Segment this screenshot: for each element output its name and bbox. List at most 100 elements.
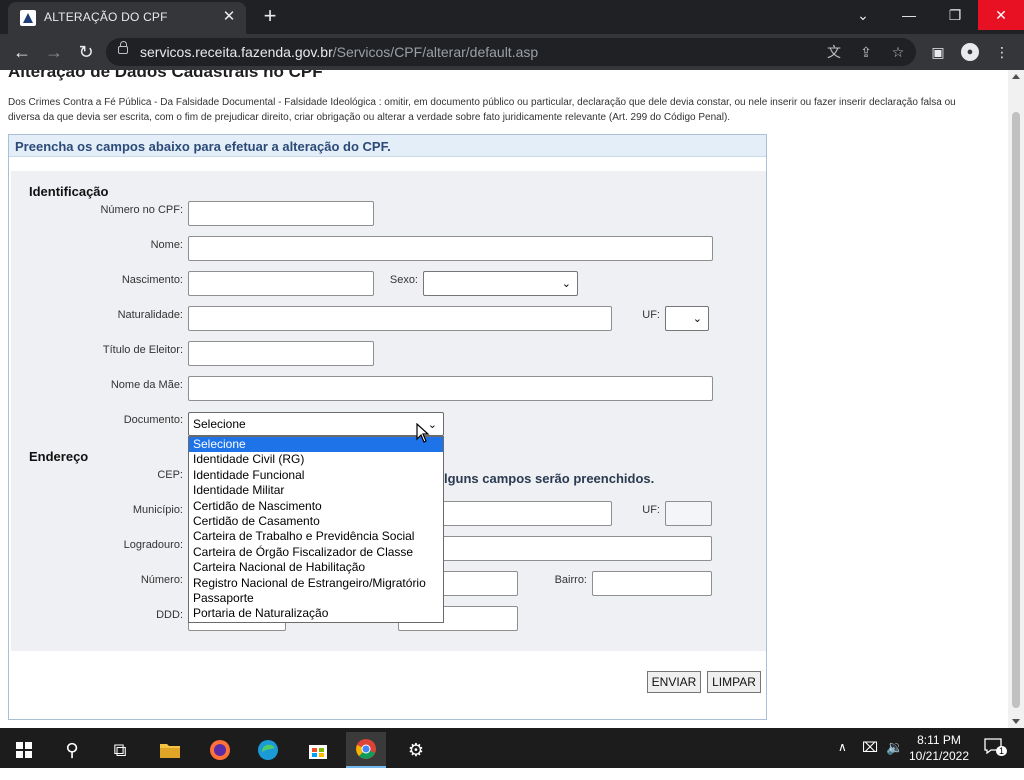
settings-gear-icon[interactable]: ⚙ xyxy=(396,732,436,768)
documento-selected-value: Selecione xyxy=(193,417,246,431)
endereco-section-title: Endereço xyxy=(29,449,89,464)
cep-label: CEP: xyxy=(157,469,183,481)
form-header-text: Preencha os campos abaixo para efetuar a… xyxy=(15,139,391,154)
bairro-input[interactable] xyxy=(592,571,712,596)
titulo-eleitor-label: Título de Eleitor: xyxy=(102,344,183,356)
forward-arrow-icon[interactable]: → xyxy=(42,40,66,64)
naturalidade-label: Naturalidade: xyxy=(117,309,183,321)
chevron-down-icon: ⌄ xyxy=(692,313,702,325)
edge-icon[interactable] xyxy=(248,732,288,768)
documento-option[interactable]: Identidade Civil (RG) xyxy=(189,452,443,467)
legal-warning-text: Dos Crimes Contra a Fé Pública - Da Fals… xyxy=(8,97,956,123)
bookmark-star-icon[interactable]: ☆ xyxy=(888,42,908,62)
documento-option[interactable]: Registro Nacional de Estrangeiro/Migrató… xyxy=(189,576,443,591)
browser-tab[interactable]: ALTERAÇÃO DO CPF ✕ xyxy=(8,2,246,34)
show-hidden-icons-icon[interactable]: ∧ xyxy=(838,740,847,780)
clock-time: 8:11 PM xyxy=(917,733,961,747)
naturalidade-uf-label: UF: xyxy=(642,309,660,321)
scroll-down-arrow-icon[interactable] xyxy=(1012,719,1020,724)
scroll-thumb[interactable] xyxy=(1012,112,1020,708)
municipio-label: Município: xyxy=(132,504,183,516)
store-icon[interactable] xyxy=(298,732,338,768)
url-host: servicos.receita.fazenda.gov.br xyxy=(140,44,333,60)
tab-search-icon[interactable]: ⌄ xyxy=(840,0,886,30)
browser-tab-bar: ALTERAÇÃO DO CPF ✕ + ⌄ — ❐ ✕ xyxy=(0,0,1024,34)
sexo-label: Sexo: xyxy=(389,274,418,286)
lock-icon[interactable] xyxy=(118,41,128,54)
side-panel-icon[interactable]: ▣ xyxy=(928,42,948,62)
close-window-button[interactable]: ✕ xyxy=(978,0,1024,30)
sexo-select[interactable]: ⌄ xyxy=(423,271,578,296)
documento-option[interactable]: Portaria de Naturalização xyxy=(189,606,443,621)
maximize-button[interactable]: ❐ xyxy=(932,0,978,30)
documento-option[interactable]: Carteira de Trabalho e Previdência Socia… xyxy=(189,529,443,544)
identificacao-section-title: Identificação xyxy=(29,184,109,199)
documento-option[interactable]: Identidade Funcional xyxy=(189,468,443,483)
share-icon[interactable]: ⇪ xyxy=(856,42,876,62)
chevron-down-icon: ⌄ xyxy=(561,278,571,290)
task-view-icon[interactable]: ⧉ xyxy=(100,732,140,768)
documento-option[interactable]: Carteira Nacional de Habilitação xyxy=(189,560,443,575)
nome-mae-label: Nome da Mãe: xyxy=(110,379,183,391)
address-bar[interactable]: servicos.receita.fazenda.gov.br/Servicos… xyxy=(106,38,916,66)
menu-dots-icon[interactable]: ⋮ xyxy=(992,42,1012,62)
volume-icon[interactable]: 🔉 xyxy=(886,739,903,779)
documento-option[interactable]: Identidade Militar xyxy=(189,483,443,498)
notification-count: 1 xyxy=(996,746,1008,756)
documento-option[interactable]: Certidão de Nascimento xyxy=(189,499,443,514)
cpf-input[interactable] xyxy=(188,201,374,226)
documento-option[interactable]: Carteira de Órgão Fiscalizador de Classe xyxy=(189,545,443,560)
firefox-icon[interactable] xyxy=(200,732,240,768)
logradouro-label: Logradouro: xyxy=(123,539,183,551)
cep-note: lguns campos serão preenchidos. xyxy=(444,471,655,486)
form-header: Preencha os campos abaixo para efetuar a… xyxy=(9,135,766,157)
endereco-uf-input[interactable] xyxy=(665,501,712,526)
documento-option[interactable]: Certidão de Casamento xyxy=(189,514,443,529)
naturalidade-uf-select[interactable]: ⌄ xyxy=(665,306,709,331)
notifications-icon[interactable]: 1 xyxy=(984,738,1008,758)
scroll-up-arrow-icon[interactable] xyxy=(1012,74,1020,79)
nascimento-input[interactable] xyxy=(188,271,374,296)
receita-favicon-icon xyxy=(20,10,36,26)
tab-title: ALTERAÇÃO DO CPF xyxy=(44,10,168,24)
browser-toolbar: ← → ↻ servicos.receita.fazenda.gov.br/Se… xyxy=(0,34,1024,70)
windows-start-icon[interactable] xyxy=(4,732,44,768)
minimize-button[interactable]: — xyxy=(886,0,932,30)
page-scrollbar[interactable] xyxy=(1008,70,1024,728)
reload-icon[interactable]: ↻ xyxy=(74,40,98,64)
chrome-icon[interactable] xyxy=(346,732,386,768)
bairro-label: Bairro: xyxy=(554,574,587,586)
limpar-button[interactable]: LIMPAR xyxy=(707,671,761,693)
nome-label: Nome: xyxy=(150,239,183,251)
documento-select[interactable]: Selecione ⌄ xyxy=(188,412,444,436)
numero-label: Número: xyxy=(140,574,183,586)
page-viewport: Alteração de Dados Cadastrais no CPF Dos… xyxy=(0,70,1008,728)
documento-options-list: Selecione Identidade Civil (RG) Identida… xyxy=(188,436,444,623)
documento-option[interactable]: Passaporte xyxy=(189,591,443,606)
enviar-button[interactable]: ENVIAR xyxy=(647,671,701,693)
back-arrow-icon[interactable]: ← xyxy=(10,40,34,64)
url-path: /Servicos/CPF/alterar/default.asp xyxy=(332,44,539,60)
endereco-uf-label: UF: xyxy=(642,504,660,516)
profile-avatar-icon[interactable]: ● xyxy=(961,43,979,61)
new-tab-button[interactable]: + xyxy=(258,5,282,29)
nascimento-label: Nascimento: xyxy=(121,274,183,286)
url-text: servicos.receita.fazenda.gov.br/Servicos… xyxy=(140,44,538,60)
nome-mae-input[interactable] xyxy=(188,376,713,401)
ddd-label: DDD: xyxy=(156,609,183,621)
documento-option[interactable]: Selecione xyxy=(189,437,443,453)
network-icon[interactable]: ⌧ xyxy=(862,739,878,779)
nome-input[interactable] xyxy=(188,236,713,261)
documento-label: Documento: xyxy=(123,414,183,426)
file-explorer-icon[interactable] xyxy=(150,732,190,768)
translate-icon[interactable]: 文 xyxy=(824,42,844,62)
clock-date: 10/21/2022 xyxy=(908,749,970,763)
tab-close-icon[interactable]: ✕ xyxy=(220,8,238,26)
naturalidade-input[interactable] xyxy=(188,306,612,331)
search-icon[interactable]: ⚲ xyxy=(52,732,92,768)
titulo-eleitor-input[interactable] xyxy=(188,341,374,366)
cpf-label: Número no CPF: xyxy=(100,204,183,216)
windows-taskbar: ⚲ ⧉ ⚙ ∧ ⌧ 🔉 8:11 PM 10/21/2022 1 xyxy=(0,728,1024,768)
page-title: Alteração de Dados Cadastrais no CPF xyxy=(8,70,323,81)
taskbar-clock[interactable]: 8:11 PM 10/21/2022 xyxy=(906,732,972,764)
